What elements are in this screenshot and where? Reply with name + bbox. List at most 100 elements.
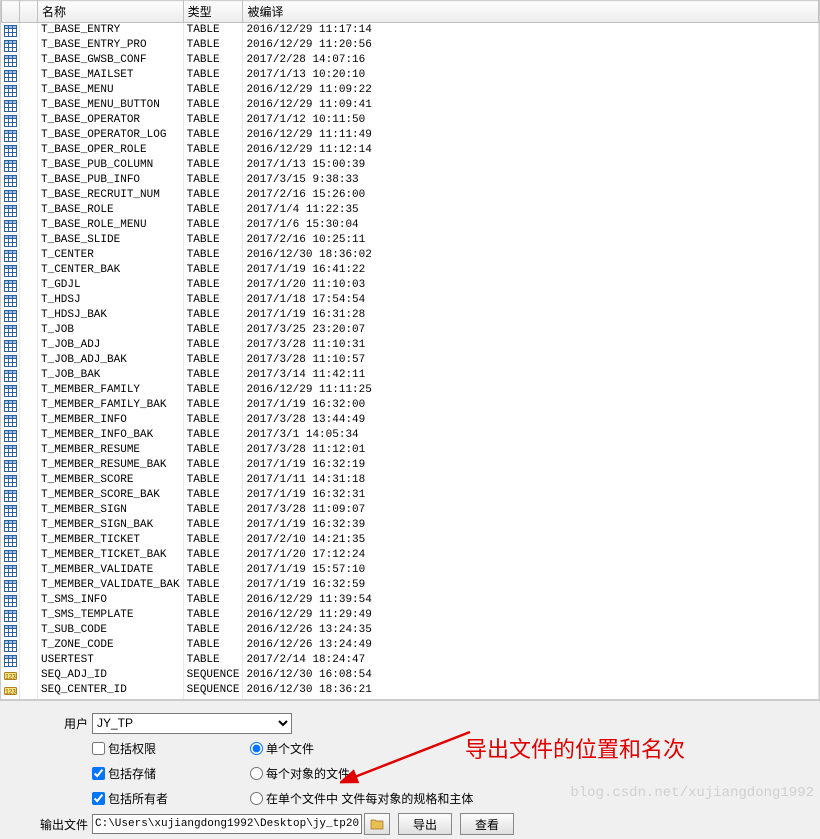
table-icon xyxy=(2,488,20,503)
cell-name: T_MEMBER_TICKET_BAK xyxy=(38,548,184,563)
col-compiled[interactable]: 被编译 xyxy=(243,1,819,23)
table-row[interactable]: T_SUB_CODETABLE2016/12/26 13:24:35 xyxy=(2,623,819,638)
include-privs-group[interactable]: 包括权限 xyxy=(92,740,156,757)
table-row[interactable]: T_JOB_ADJTABLE2017/3/28 11:10:31 xyxy=(2,338,819,353)
table-row[interactable]: T_HDSJTABLE2017/1/18 17:54:54 xyxy=(2,293,819,308)
table-row[interactable]: T_BASE_ENTRY_PROTABLE2016/12/29 11:20:56 xyxy=(2,38,819,53)
include-privs-checkbox[interactable] xyxy=(92,742,105,755)
table-row[interactable]: T_CENTERTABLE2016/12/30 18:36:02 xyxy=(2,248,819,263)
table-row[interactable]: T_MEMBER_FAMILY_BAKTABLE2017/1/19 16:32:… xyxy=(2,398,819,413)
table-row[interactable]: T_HDSJ_BAKTABLE2017/1/19 16:31:28 xyxy=(2,308,819,323)
table-row[interactable]: T_MEMBER_TICKET_BAKTABLE2017/1/20 17:12:… xyxy=(2,548,819,563)
table-row[interactable]: T_BASE_OPER_ROLETABLE2016/12/29 11:12:14 xyxy=(2,143,819,158)
single-file-label: 单个文件 xyxy=(266,740,314,757)
table-row[interactable]: T_BASE_MAILSETTABLE2017/1/13 10:20:10 xyxy=(2,68,819,83)
table-row[interactable]: T_BASE_OPERATORTABLE2017/1/12 10:11:50 xyxy=(2,113,819,128)
status-icon xyxy=(20,248,38,263)
file-per-object-radio[interactable] xyxy=(250,767,263,780)
table-row[interactable]: T_JOB_ADJ_BAKTABLE2017/3/28 11:10:57 xyxy=(2,353,819,368)
table-row[interactable]: T_BASE_OPERATOR_LOGTABLE2016/12/29 11:11… xyxy=(2,128,819,143)
cell-name: T_BASE_PUB_COLUMN xyxy=(38,158,184,173)
table-row[interactable]: 123SEQ_CENTER_IDSEQUENCE2016/12/30 18:36… xyxy=(2,683,819,698)
col-icon2[interactable] xyxy=(20,1,38,23)
cell-type: TABLE xyxy=(183,263,243,278)
col-type[interactable]: 类型 xyxy=(183,1,243,23)
cell-name: T_BASE_MAILSET xyxy=(38,68,184,83)
table-row[interactable]: T_SMS_INFOTABLE2016/12/29 11:39:54 xyxy=(2,593,819,608)
cell-name: USERTEST xyxy=(38,653,184,668)
table-row[interactable]: T_MEMBER_SCORETABLE2017/1/11 14:31:18 xyxy=(2,473,819,488)
include-owner-checkbox[interactable] xyxy=(92,792,105,805)
table-row[interactable]: T_BASE_ROLETABLE2017/1/4 11:22:35 xyxy=(2,203,819,218)
table-row[interactable]: T_BASE_ROLE_MENUTABLE2017/1/6 15:30:04 xyxy=(2,218,819,233)
cell-compiled: 2016/12/29 11:11:25 xyxy=(243,383,819,398)
include-owner-label: 包括所有者 xyxy=(108,790,168,807)
table-icon xyxy=(2,623,20,638)
table-row[interactable]: T_ZONE_CODETABLE2016/12/26 13:24:49 xyxy=(2,638,819,653)
table-row[interactable]: T_SMS_TEMPLATETABLE2016/12/29 11:29:49 xyxy=(2,608,819,623)
file-per-object-label: 每个对象的文件 xyxy=(266,765,350,782)
file-per-object-group[interactable]: 每个对象的文件 xyxy=(250,765,350,782)
single-file-radio[interactable] xyxy=(250,742,263,755)
table-row[interactable]: T_MEMBER_VALIDATETABLE2017/1/19 15:57:10 xyxy=(2,563,819,578)
table-row[interactable]: T_GDJLTABLE2017/1/20 11:10:03 xyxy=(2,278,819,293)
table-icon xyxy=(2,338,20,353)
table-row[interactable]: T_MEMBER_INFOTABLE2017/3/28 13:44:49 xyxy=(2,413,819,428)
status-icon xyxy=(20,488,38,503)
status-icon xyxy=(20,323,38,338)
table-icon xyxy=(2,653,20,668)
export-button[interactable]: 导出 xyxy=(398,813,452,835)
table-row[interactable]: T_MEMBER_RESUMETABLE2017/3/28 11:12:01 xyxy=(2,443,819,458)
table-row[interactable]: T_BASE_ENTRYTABLE2016/12/29 11:17:14 xyxy=(2,23,819,39)
user-select[interactable]: JY_TP xyxy=(92,713,292,734)
table-row[interactable]: 123SEQ_ADJ_IDSEQUENCE2016/12/30 16:08:54 xyxy=(2,668,819,683)
include-storage-checkbox[interactable] xyxy=(92,767,105,780)
table-icon xyxy=(2,218,20,233)
table-row[interactable]: T_BASE_PUB_COLUMNTABLE2017/1/13 15:00:39 xyxy=(2,158,819,173)
view-button[interactable]: 查看 xyxy=(460,813,514,835)
table-row[interactable]: T_BASE_PUB_INFOTABLE2017/3/15 9:38:33 xyxy=(2,173,819,188)
table-row[interactable]: T_MEMBER_FAMILYTABLE2016/12/29 11:11:25 xyxy=(2,383,819,398)
col-name[interactable]: 名称 xyxy=(38,1,184,23)
cell-type: TABLE xyxy=(183,503,243,518)
table-row[interactable]: T_MEMBER_VALIDATE_BAKTABLE2017/1/19 16:3… xyxy=(2,578,819,593)
table-icon xyxy=(2,323,20,338)
cell-compiled: 2016/12/29 11:17:14 xyxy=(243,23,819,39)
table-row[interactable]: T_MEMBER_INFO_BAKTABLE2017/3/1 14:05:34 xyxy=(2,428,819,443)
cell-compiled: 2017/2/10 14:21:35 xyxy=(243,533,819,548)
include-storage-group[interactable]: 包括存储 xyxy=(92,765,156,782)
table-row[interactable]: T_MEMBER_SCORE_BAKTABLE2017/1/19 16:32:3… xyxy=(2,488,819,503)
table-row[interactable]: T_MEMBER_SIGN_BAKTABLE2017/1/19 16:32:39 xyxy=(2,518,819,533)
table-row[interactable]: T_MEMBER_TICKETTABLE2017/2/10 14:21:35 xyxy=(2,533,819,548)
cell-compiled: 2016/12/26 13:24:35 xyxy=(243,623,819,638)
cell-type: TABLE xyxy=(183,593,243,608)
cell-type: TABLE xyxy=(183,413,243,428)
browse-button[interactable] xyxy=(364,813,390,835)
status-icon xyxy=(20,353,38,368)
cell-type: TABLE xyxy=(183,383,243,398)
cell-type: TABLE xyxy=(183,203,243,218)
table-row[interactable]: T_MEMBER_SIGNTABLE2017/3/28 11:09:07 xyxy=(2,503,819,518)
table-row[interactable]: T_JOBTABLE2017/3/25 23:20:07 xyxy=(2,323,819,338)
status-icon xyxy=(20,638,38,653)
single-file-group[interactable]: 单个文件 xyxy=(250,740,314,757)
table-row[interactable]: USERTESTTABLE2017/2/14 18:24:47 xyxy=(2,653,819,668)
table-row[interactable]: T_BASE_SLIDETABLE2017/2/16 10:25:11 xyxy=(2,233,819,248)
status-icon xyxy=(20,218,38,233)
table-row[interactable]: T_BASE_RECRUIT_NUMTABLE2017/2/16 15:26:0… xyxy=(2,188,819,203)
table-row[interactable]: T_BASE_GWSB_CONFTABLE2017/2/28 14:07:16 xyxy=(2,53,819,68)
spec-body-group[interactable]: 在单个文件中 文件每对象的规格和主体 xyxy=(250,790,473,807)
cell-type: TABLE xyxy=(183,173,243,188)
object-table-container[interactable]: 名称 类型 被编译 T_BASE_ENTRYTABLE2016/12/29 11… xyxy=(0,0,820,700)
include-owner-group[interactable]: 包括所有者 xyxy=(92,790,168,807)
table-row[interactable]: T_BASE_MENUTABLE2016/12/29 11:09:22 xyxy=(2,83,819,98)
col-icon1[interactable] xyxy=(2,1,20,23)
table-icon xyxy=(2,443,20,458)
cell-compiled: 2017/1/19 16:32:19 xyxy=(243,458,819,473)
table-row[interactable]: T_MEMBER_RESUME_BAKTABLE2017/1/19 16:32:… xyxy=(2,458,819,473)
table-row[interactable]: T_BASE_MENU_BUTTONTABLE2016/12/29 11:09:… xyxy=(2,98,819,113)
table-row[interactable]: T_JOB_BAKTABLE2017/3/14 11:42:11 xyxy=(2,368,819,383)
spec-body-radio[interactable] xyxy=(250,792,263,805)
table-row[interactable]: T_CENTER_BAKTABLE2017/1/19 16:41:22 xyxy=(2,263,819,278)
output-file-input[interactable] xyxy=(92,814,362,834)
